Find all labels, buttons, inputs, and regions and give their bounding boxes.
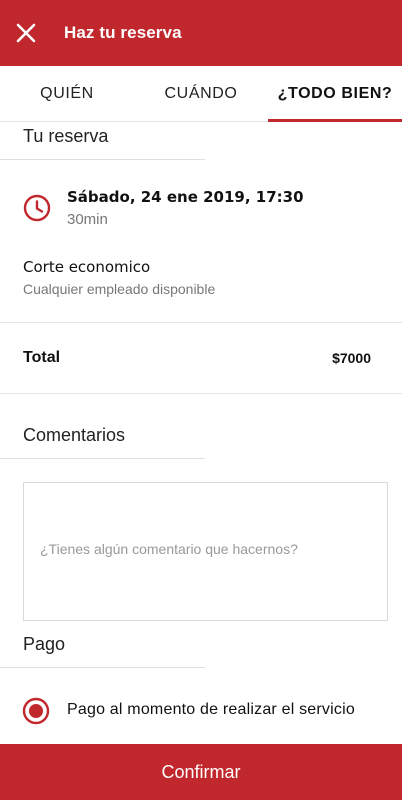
service-name: Corte economico [23,258,151,276]
comments-section-title: Comentarios [23,425,126,445]
page-title: Haz tu reserva [64,23,182,42]
step-tabs: QUIÉN CUÁNDO ¿TODO BIEN? [0,66,402,122]
tab-quien[interactable]: QUIÉN [0,66,134,121]
reservation-section-title: Tu reserva [23,126,109,146]
divider [0,458,205,459]
reservation-datetime: Sábado, 24 ene 2019, 17:30 [67,188,304,206]
confirm-button[interactable]: Confirmar [0,744,402,800]
total-value: $7000 [332,350,371,366]
tab-cuando[interactable]: CUÁNDO [134,66,268,121]
payment-option-label[interactable]: Pago al momento de realizar el servicio [67,701,355,719]
comment-input[interactable] [40,540,387,563]
divider [0,393,402,394]
reservation-duration: 30min [67,211,108,228]
close-icon [16,23,36,43]
divider [0,667,205,668]
close-button[interactable] [0,0,52,66]
divider [0,159,205,160]
tab-todo-bien[interactable]: ¿TODO BIEN? [268,66,402,122]
app-bar: Haz tu reserva [0,0,402,66]
clock-icon [23,194,51,222]
total-label: Total [23,349,61,366]
staff-name: Cualquier empleado disponible [23,281,216,297]
payment-radio-button[interactable] [22,697,50,725]
payment-section-title: Pago [23,634,66,654]
comment-box [23,482,388,621]
divider [0,322,402,323]
